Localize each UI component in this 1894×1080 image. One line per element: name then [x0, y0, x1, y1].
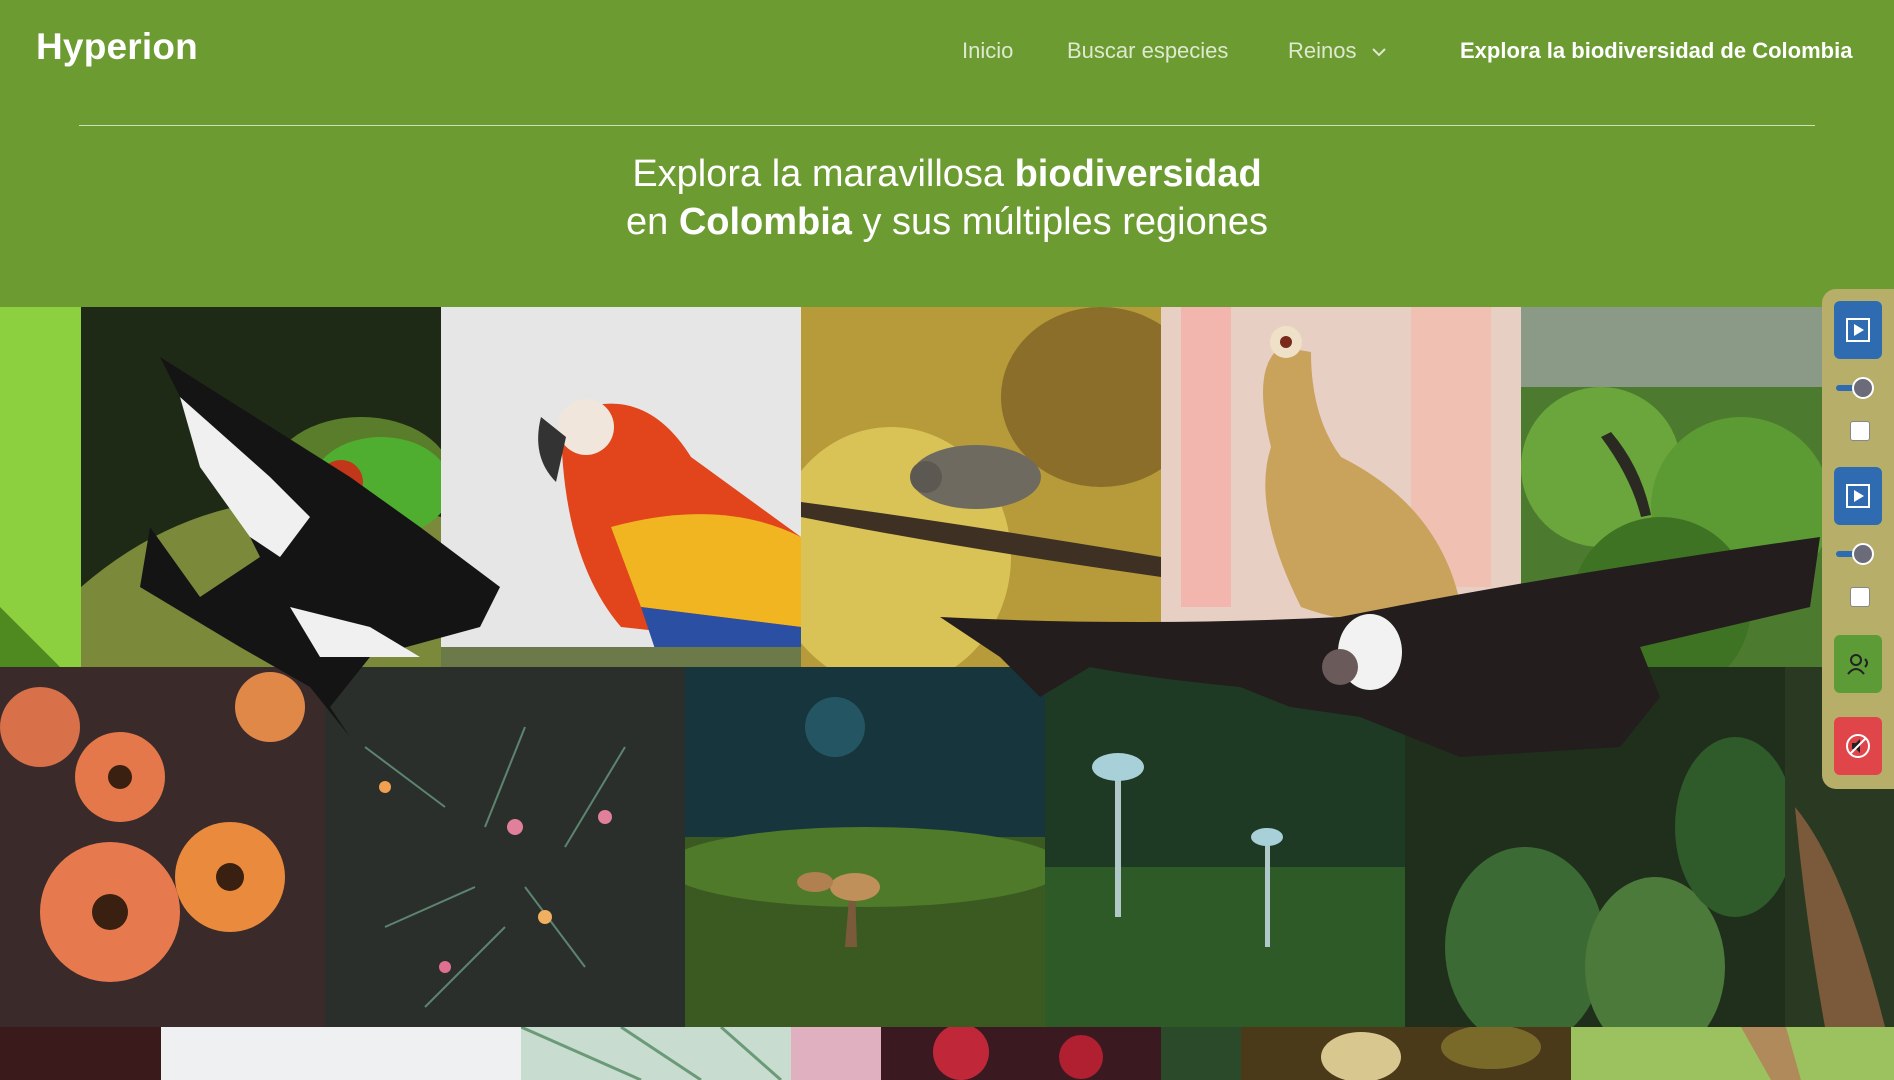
- hero-bold-colombia: Colombia: [678, 201, 852, 243]
- play-icon: [1846, 484, 1870, 508]
- condor-left-image: [140, 357, 500, 737]
- hero-line-1: Explora la maravillosa biodiversidad: [0, 150, 1894, 198]
- condor-right-image: [940, 537, 1820, 757]
- photo-caladium-leaves[interactable]: [521, 1027, 881, 1080]
- mute-icon: [1846, 734, 1870, 758]
- main-nav: Inicio Buscar especies Reinos Explora la…: [0, 38, 1894, 68]
- header-divider: [79, 125, 1815, 126]
- toggle-2[interactable]: [1836, 543, 1876, 565]
- nav-explora[interactable]: Explora la biodiversidad de Colombia: [1460, 38, 1852, 64]
- reader-icon: [1847, 654, 1868, 675]
- reader-button[interactable]: [1834, 635, 1882, 693]
- hero-bold-biodiversidad: biodiversidad: [1014, 153, 1262, 195]
- photo-leaf-green[interactable]: [0, 307, 81, 667]
- play-icon: [1846, 318, 1870, 342]
- hero-line-2: en Colombia y sus múltiples regiones: [0, 198, 1894, 246]
- checkbox-1[interactable]: [1850, 421, 1870, 441]
- photo-dark-strip[interactable]: [0, 1027, 161, 1080]
- checkbox-2[interactable]: [1850, 587, 1870, 607]
- nav-reinos-dropdown[interactable]: Reinos: [1288, 38, 1387, 64]
- hero-heading: Explora la maravillosa biodiversidad en …: [0, 150, 1894, 246]
- hero-text: Explora la maravillosa: [632, 153, 1015, 195]
- nav-inicio[interactable]: Inicio: [962, 38, 1013, 64]
- photo-white-sky[interactable]: [161, 1027, 521, 1080]
- hero-text: en: [625, 201, 679, 243]
- photo-red-flowers[interactable]: [881, 1027, 1241, 1080]
- play-button-2[interactable]: [1834, 467, 1882, 525]
- nav-buscar-especies[interactable]: Buscar especies: [1067, 38, 1228, 64]
- photo-dry-leaves[interactable]: [1241, 1027, 1571, 1080]
- toggle-1[interactable]: [1836, 377, 1876, 399]
- site-header: Hyperion Inicio Buscar especies Reinos E…: [0, 0, 1894, 307]
- play-button-1[interactable]: [1834, 301, 1882, 359]
- hero-text: y sus múltiples regiones: [851, 201, 1269, 243]
- accessibility-panel: [1822, 289, 1894, 789]
- nav-reinos-label: Reinos: [1288, 38, 1357, 63]
- mute-button[interactable]: [1834, 717, 1882, 775]
- species-gallery: [0, 307, 1894, 1080]
- chevron-down-icon: [1371, 48, 1386, 57]
- photo-deer-grass[interactable]: [1571, 1027, 1894, 1080]
